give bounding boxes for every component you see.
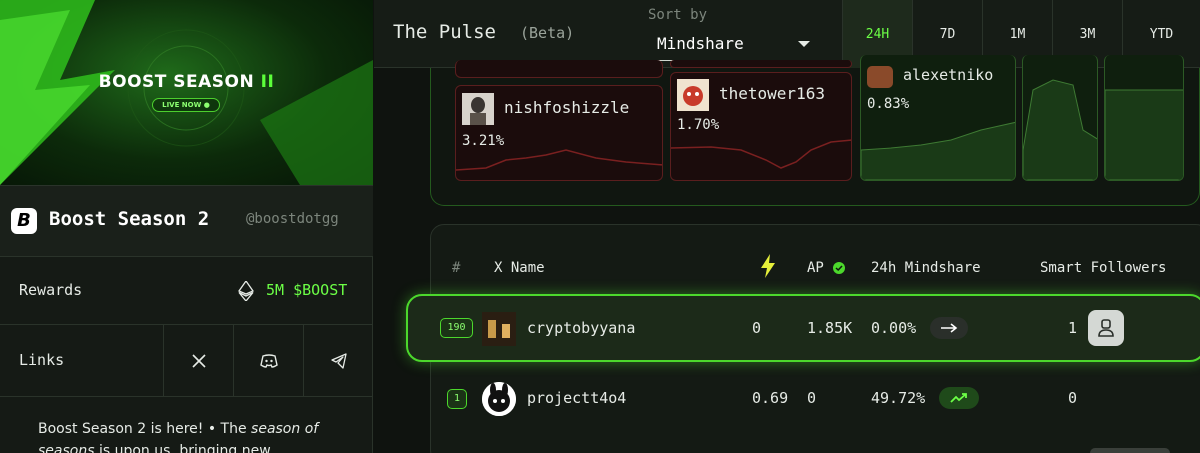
row-ap: 0	[807, 389, 817, 407]
avatar-image	[482, 312, 516, 346]
trending-up-icon	[950, 393, 967, 403]
row-smart-followers: 0	[1068, 389, 1078, 407]
table-row-highlighted[interactable]	[406, 294, 1200, 362]
sparkline-chart	[861, 121, 1015, 180]
treemap-pct: 0.83%	[867, 96, 910, 112]
x-twitter-icon	[191, 354, 206, 368]
row-mindshare: 0.00%	[871, 319, 917, 337]
description-text: Boost Season 2 is here! • The	[38, 421, 252, 437]
row-name[interactable]: projectt4o4	[527, 389, 626, 407]
row-ap: 1.85K	[807, 319, 853, 337]
boost-logo: B	[11, 208, 37, 234]
ethereum-icon	[238, 281, 254, 301]
avatar-image	[677, 79, 709, 111]
trend-flat-badge	[930, 317, 968, 339]
avatar	[867, 66, 893, 88]
rewards-value: 5M $BOOST	[266, 281, 348, 299]
telegram-link[interactable]	[303, 325, 373, 397]
row-boost: 0	[752, 319, 762, 337]
column-header-rank: #	[452, 260, 461, 276]
rank-badge: 190	[440, 318, 473, 338]
banner-title-main: BOOST SEASON	[98, 72, 255, 92]
sparkline-chart	[1105, 89, 1183, 180]
column-header-name[interactable]: X Name	[494, 260, 545, 276]
user-icon	[1098, 319, 1114, 337]
arrow-right-icon	[941, 323, 958, 333]
smart-follower-avatar[interactable]	[1088, 310, 1124, 346]
sort-value: Mindshare	[657, 34, 744, 53]
row-name[interactable]: cryptobyyana	[527, 319, 635, 337]
row-boost: 0.69	[752, 389, 789, 407]
column-header-smart-followers[interactable]: Smart Followers	[1040, 260, 1166, 276]
banner-artwork	[0, 0, 373, 185]
avatar	[482, 382, 516, 416]
treemap-name: thetower163	[719, 84, 825, 103]
treemap-tile-partial[interactable]	[670, 60, 852, 68]
row-mindshare: 49.72%	[871, 389, 926, 407]
next-row-avatars-partial	[1090, 448, 1170, 453]
project-name: Boost Season 2	[49, 208, 210, 230]
column-header-mindshare[interactable]: 24h Mindshare	[871, 260, 981, 276]
sort-label: Sort by	[648, 7, 708, 23]
sort-dropdown[interactable]: Mindshare	[648, 29, 824, 61]
treemap-name: alexetniko	[903, 66, 994, 84]
treemap-tile-partial[interactable]	[1022, 55, 1098, 181]
avatar	[462, 93, 494, 125]
treemap-pct: 3.21%	[462, 133, 505, 149]
avatar	[677, 79, 709, 111]
discord-icon	[259, 354, 278, 368]
telegram-icon	[330, 353, 347, 369]
links-label: Links	[19, 351, 65, 369]
lightning-icon[interactable]	[760, 254, 776, 278]
chevron-down-icon	[798, 41, 810, 47]
row-smart-followers: 1	[1068, 319, 1078, 337]
treemap-pct: 1.70%	[677, 117, 720, 133]
live-now-badge: LIVE NOW ●	[152, 98, 220, 112]
description-text-end: is upon us, bringing new	[94, 443, 271, 453]
avatar	[482, 312, 516, 346]
banner-title: BOOST SEASON II	[0, 72, 373, 92]
treemap-name: nishfoshizzle	[504, 98, 630, 117]
treemap-tile-partial[interactable]	[455, 60, 663, 78]
trend-up-badge	[939, 387, 979, 409]
pulse-title: The Pulse	[393, 21, 496, 43]
x-twitter-link[interactable]	[163, 325, 233, 397]
column-header-ap[interactable]: AP	[807, 260, 824, 276]
treemap-tile-partial[interactable]	[1104, 55, 1184, 181]
check-circle-icon	[833, 262, 845, 274]
beta-badge: (Beta)	[520, 24, 575, 42]
avatar-image	[482, 382, 516, 416]
rank-badge: 1	[447, 389, 467, 409]
banner-title-accent: II	[260, 72, 275, 92]
project-description: Boost Season 2 is here! • The season of …	[38, 418, 358, 453]
discord-link[interactable]	[233, 325, 303, 397]
project-handle[interactable]: @boostdotgg	[246, 211, 339, 227]
rewards-label: Rewards	[19, 281, 83, 299]
sparkline-chart	[1023, 79, 1097, 180]
avatar-image	[462, 93, 494, 125]
season-banner: BOOST SEASON II LIVE NOW ●	[0, 0, 373, 185]
